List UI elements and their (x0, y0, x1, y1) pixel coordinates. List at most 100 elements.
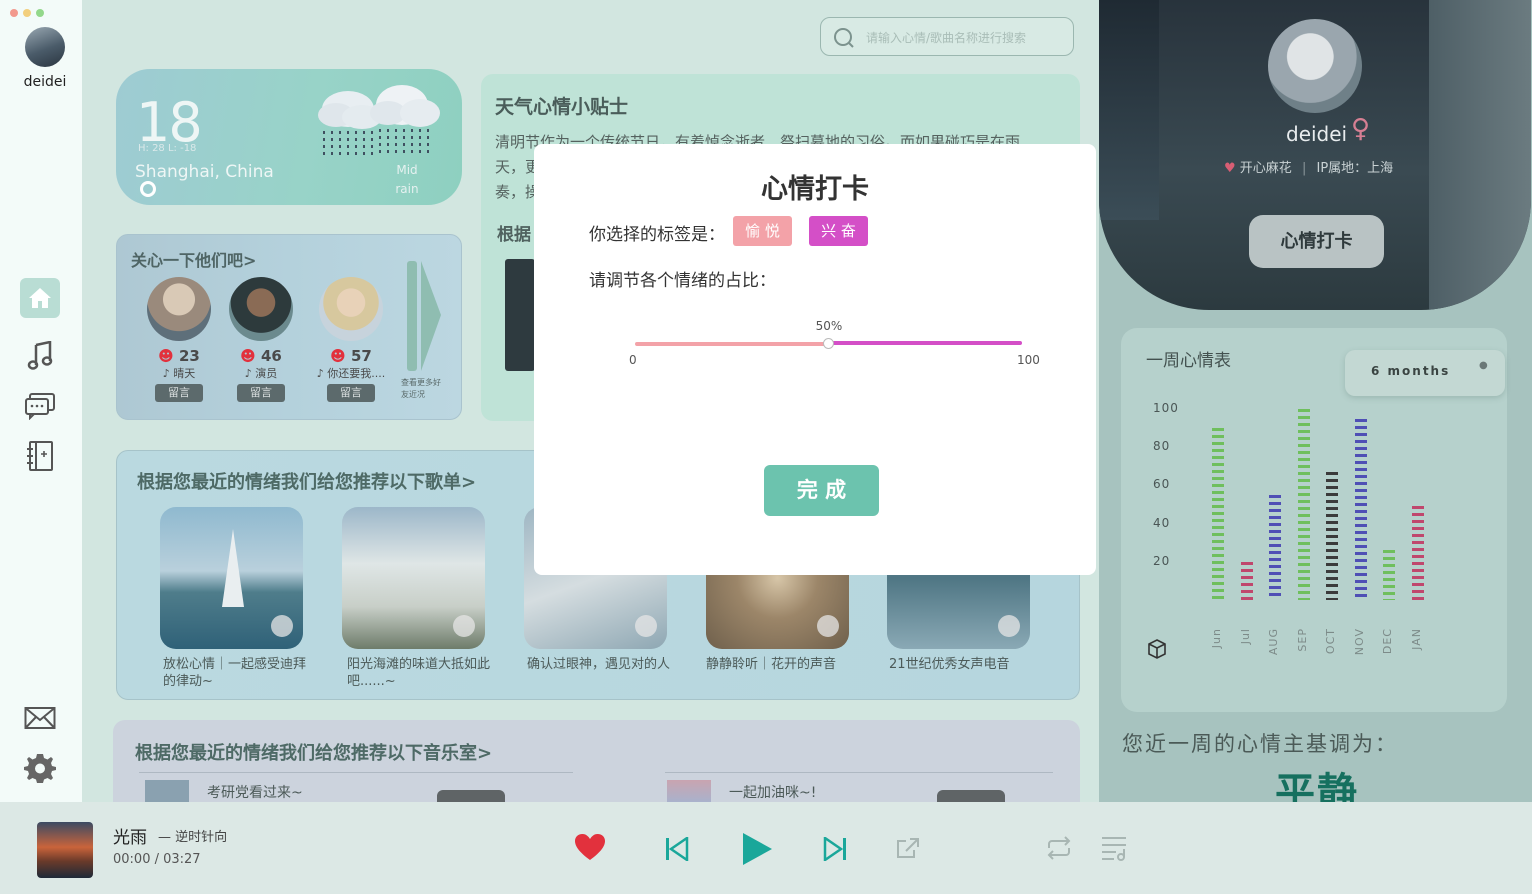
friend-song: ♪ 演员 (244, 367, 278, 380)
profile-avatar[interactable] (1268, 19, 1362, 113)
rain-cloud-icon (318, 85, 440, 159)
x-tick-label: Jul (1238, 628, 1252, 645)
maximize-dot[interactable] (36, 9, 44, 17)
mood-checkin-button[interactable]: 心情打卡 (1249, 215, 1384, 268)
message-button[interactable]: 留言 (155, 384, 203, 402)
done-button[interactable]: 完 成 (764, 465, 879, 516)
mood-bar[interactable] (1411, 506, 1424, 600)
playlist-title[interactable]: 根据您最近的情绪我们给您推荐以下歌单> (137, 468, 476, 494)
playlist-icon[interactable] (1100, 834, 1128, 862)
heart-icon[interactable] (574, 833, 606, 861)
friend-mood-count: ☻ 57 (330, 347, 372, 365)
repeat-icon[interactable] (1045, 836, 1073, 860)
previous-icon[interactable] (665, 837, 689, 861)
next-icon[interactable] (823, 837, 847, 861)
more-friends-link[interactable]: 查看更多好友近况 (401, 377, 441, 401)
friend-avatar (319, 277, 383, 341)
music-room-section: 根据您最近的情绪我们给您推荐以下音乐室> 考研党看过来~ 一起加油咪~! (113, 720, 1080, 802)
mood-bar[interactable] (1269, 495, 1281, 600)
share-icon[interactable] (896, 837, 920, 859)
play-icon[interactable] (453, 615, 475, 637)
y-tick-label: 60 (1153, 477, 1171, 492)
mood-bar[interactable] (1212, 428, 1224, 600)
play-icon[interactable] (635, 615, 657, 637)
week-title: 一周心情表 (1146, 351, 1231, 371)
play-icon[interactable] (817, 615, 839, 637)
x-tick-label: DEC (1381, 628, 1394, 655)
friend-card[interactable]: ☻ 57 ♪ 你还要我.... 留言 (306, 277, 396, 402)
playlist-cover[interactable] (160, 507, 303, 649)
mood-bar[interactable] (1326, 472, 1338, 600)
tips-image (505, 259, 535, 371)
player-bar: 光雨 — 逆时针向 00:00 / 03:27 (0, 802, 1532, 894)
friend-song: ♪ 晴天 (162, 367, 196, 380)
mood-bar[interactable] (1297, 409, 1310, 600)
tag-excited[interactable]: 兴 奋 (809, 216, 868, 246)
room-name[interactable]: 一起加油咪~! (729, 782, 816, 802)
mood-checkin-dialog: 心情打卡 你选择的标签是： 愉 悦 兴 奋 请调节各个情绪的占比： 50% 0 … (534, 144, 1096, 575)
notebook-icon[interactable] (20, 436, 60, 476)
x-tick-label: NOV (1352, 628, 1366, 656)
gear-icon[interactable] (20, 748, 60, 788)
song-artist[interactable]: — 逆时针向 (158, 826, 227, 845)
friend-card[interactable]: ☻ 23 ♪ 晴天 留言 (134, 277, 224, 402)
search-icon (834, 28, 854, 48)
message-button[interactable]: 留言 (237, 384, 285, 402)
y-tick-label: 20 (1153, 553, 1171, 568)
adjust-label: 请调节各个情绪的占比： (589, 271, 776, 291)
slider-thumb[interactable] (823, 338, 834, 349)
mood-bar[interactable] (1240, 561, 1253, 600)
playlist-cover[interactable] (342, 507, 485, 649)
play-button-icon[interactable] (741, 832, 773, 866)
mood-bar[interactable] (1383, 550, 1395, 600)
room-title[interactable]: 根据您最近的情绪我们给您推荐以下音乐室> (135, 739, 492, 765)
y-tick-label: 100 (1153, 401, 1179, 416)
tips-subtitle: 根据 (497, 225, 531, 245)
chat-icon[interactable] (20, 386, 60, 426)
care-title[interactable]: 关心一下他们吧> (131, 247, 256, 271)
friend-avatar (229, 277, 293, 341)
play-icon[interactable] (998, 615, 1020, 637)
sidebar: deidei (0, 0, 82, 802)
playlist-caption[interactable]: 静静聆听｜花开的声音 (706, 656, 866, 673)
friend-mood-count: ☻ 23 (158, 347, 200, 365)
cube-icon[interactable] (1147, 638, 1167, 660)
x-tick-label: JAN (1409, 628, 1423, 650)
username: deidei (23, 74, 67, 90)
album-cover[interactable] (37, 822, 93, 878)
female-icon: ♀ (1351, 114, 1371, 144)
playlist-caption[interactable]: 阳光海滩的味道大抵如此吧......~ (347, 656, 495, 690)
x-tick-label: AUG (1267, 628, 1280, 656)
message-button[interactable]: 留言 (327, 384, 375, 402)
tag-joy[interactable]: 愉 悦 (733, 216, 792, 246)
profile-card: deidei ♀ ♥ 开心麻花 | IP属地：上海 心情打卡 (1099, 0, 1531, 310)
close-dot[interactable] (10, 9, 18, 17)
music-note-icon[interactable] (20, 336, 60, 376)
friend-card[interactable]: ☻ 46 ♪ 演员 留言 (216, 277, 306, 402)
range-select[interactable]: 6 months ● (1345, 350, 1505, 396)
join-button[interactable] (937, 790, 1005, 802)
emotion-slider[interactable]: 50% 0 100 (629, 319, 1040, 367)
x-tick-label: OCT (1324, 628, 1337, 655)
dropdown-dot-icon: ● (1479, 360, 1488, 371)
room-name[interactable]: 考研党看过来~ (207, 782, 303, 802)
join-button[interactable] (437, 790, 505, 802)
playlist-caption[interactable]: 21世纪优秀女声电音 (889, 656, 1049, 673)
divider (139, 772, 573, 773)
slider-left-track (635, 342, 829, 346)
more-arrow-icon[interactable] (405, 261, 445, 373)
slider-max: 100 (1017, 353, 1040, 367)
tower-image (222, 529, 244, 607)
mood-bar[interactable] (1354, 418, 1367, 600)
tags-label: 你选择的标签是： (589, 225, 725, 245)
search-box[interactable]: 请输入心情/歌曲名称进行搜索 (820, 17, 1074, 56)
avatar[interactable] (25, 27, 65, 67)
play-icon[interactable] (271, 615, 293, 637)
range-value: 6 months (1371, 364, 1451, 378)
home-icon[interactable] (20, 278, 60, 318)
minimize-dot[interactable] (23, 9, 31, 17)
temp-range: H: 28 L: -18 (138, 143, 197, 154)
playlist-caption[interactable]: 放松心情｜一起感受迪拜的律动~ (163, 656, 311, 690)
mail-icon[interactable] (20, 698, 60, 738)
playlist-caption[interactable]: 确认过眼神，遇见对的人 (527, 656, 687, 673)
